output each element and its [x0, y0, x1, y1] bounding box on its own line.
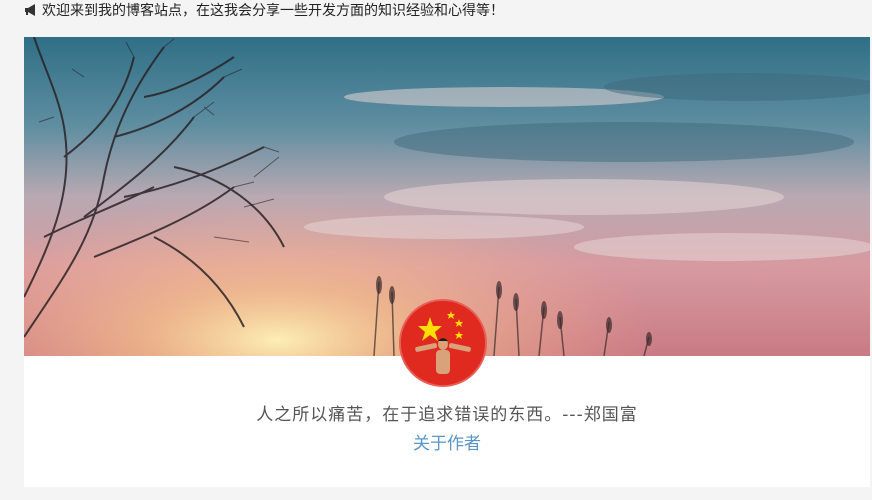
author-quote: 人之所以痛苦，在于追求错误的东西。---郑国富	[256, 405, 638, 425]
profile-card: 人之所以痛苦，在于追求错误的东西。---郑国富 关于作者	[24, 37, 870, 487]
notice-text: 欢迎来到我的博客站点，在这我会分享一些开发方面的知识经验和心得等！	[42, 3, 504, 19]
megaphone-icon	[24, 3, 38, 17]
notice-bar: 欢迎来到我的博客站点，在这我会分享一些开发方面的知识经验和心得等！	[24, 0, 504, 20]
avatar[interactable]	[399, 299, 487, 387]
about-author-link[interactable]: 关于作者	[24, 429, 870, 454]
avatar-icon	[401, 301, 485, 385]
